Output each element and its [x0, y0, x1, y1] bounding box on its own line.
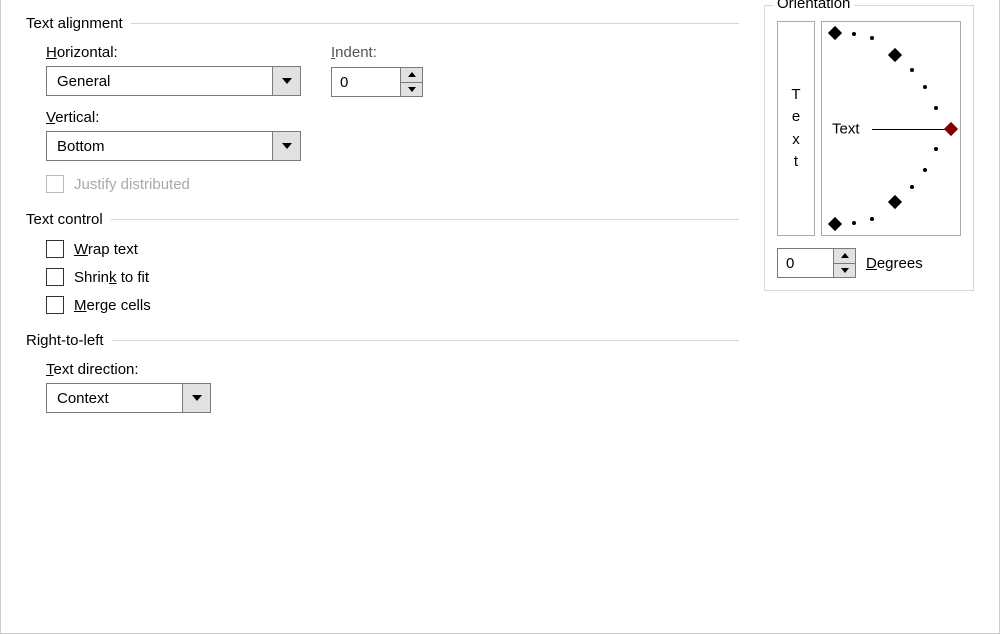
text-control-label: Text control — [26, 211, 103, 228]
rtl-header: Right-to-left — [26, 332, 739, 349]
wrap-text-label: Wrap text — [74, 241, 138, 258]
text-alignment-header: Text alignment — [26, 15, 739, 32]
chevron-down-icon — [282, 143, 292, 149]
angle-dot — [934, 106, 938, 110]
divider — [112, 340, 739, 341]
justify-distributed-label: Justify distributed — [74, 176, 190, 193]
angle-line — [872, 129, 946, 130]
degrees-label: Degrees — [866, 255, 923, 272]
text-direction-label: Text direction: — [46, 361, 739, 378]
angle-dot — [852, 221, 856, 225]
angle-handle-0[interactable] — [944, 122, 958, 136]
vert-letter: T — [791, 84, 800, 107]
text-direction-combo-button[interactable] — [182, 384, 210, 412]
chevron-down-icon — [192, 395, 202, 401]
text-alignment-content: Horizontal: General Indent: 0 — [26, 44, 739, 193]
checkbox-box[interactable] — [46, 268, 64, 286]
degrees-spin-up[interactable] — [834, 249, 855, 264]
arrow-down-icon — [408, 87, 416, 92]
orientation-angle-selector[interactable]: Text — [821, 21, 961, 236]
text-direction-combo[interactable]: Context — [46, 383, 211, 413]
angle-handle-neg45[interactable] — [888, 195, 902, 209]
indent-value[interactable]: 0 — [332, 68, 400, 96]
shrink-to-fit-label: Shrink to fit — [74, 269, 149, 286]
vert-letter: t — [794, 151, 798, 174]
angle-dot — [910, 68, 914, 72]
merge-cells-label: Merge cells — [74, 297, 151, 314]
arrow-up-icon — [408, 72, 416, 77]
indent-spin-down[interactable] — [401, 83, 422, 97]
shrink-to-fit-checkbox[interactable]: Shrink to fit — [46, 268, 739, 286]
justify-distributed-checkbox: Justify distributed — [46, 175, 739, 193]
horizontal-combo[interactable]: General — [46, 66, 301, 96]
arrow-up-icon — [841, 253, 849, 258]
vertical-combo-button[interactable] — [272, 132, 300, 160]
indent-spinner[interactable]: 0 — [331, 67, 423, 97]
divider — [111, 219, 739, 220]
vertical-label: Vertical: — [46, 109, 301, 126]
left-column: Text alignment Horizontal: General Inden… — [26, 15, 739, 633]
angle-handle-45[interactable] — [888, 48, 902, 62]
checkbox-box — [46, 175, 64, 193]
text-direction-value: Context — [47, 384, 182, 412]
horizontal-combo-button[interactable] — [272, 67, 300, 95]
angle-dot — [923, 168, 927, 172]
chevron-down-icon — [282, 78, 292, 84]
horizontal-label: Horizontal: — [46, 44, 301, 61]
alignment-panel: Text alignment Horizontal: General Inden… — [0, 0, 1000, 634]
degrees-value[interactable]: 0 — [778, 249, 833, 277]
angle-dot — [870, 36, 874, 40]
vertical-combo-value: Bottom — [47, 132, 272, 160]
arrow-down-icon — [841, 268, 849, 273]
angle-dot — [934, 147, 938, 151]
checkbox-box[interactable] — [46, 296, 64, 314]
angle-dot — [910, 185, 914, 189]
indent-label: Indent: — [331, 44, 423, 61]
text-alignment-label: Text alignment — [26, 15, 123, 32]
angle-dot — [923, 85, 927, 89]
angle-handle-90[interactable] — [828, 26, 842, 40]
right-column: Orientation T e x t Text — [764, 15, 974, 633]
vert-letter: e — [792, 106, 800, 129]
wrap-text-checkbox[interactable]: Wrap text — [46, 240, 739, 258]
angle-text-label: Text — [832, 120, 860, 137]
text-control-header: Text control — [26, 211, 739, 228]
angle-dot — [852, 32, 856, 36]
angle-dot — [870, 217, 874, 221]
checkbox-box[interactable] — [46, 240, 64, 258]
vertical-combo[interactable]: Bottom — [46, 131, 301, 161]
merge-cells-checkbox[interactable]: Merge cells — [46, 296, 739, 314]
angle-handle-neg90[interactable] — [828, 217, 842, 231]
vert-letter: x — [792, 129, 800, 152]
degrees-spinner[interactable]: 0 — [777, 248, 856, 278]
indent-spin-up[interactable] — [401, 68, 422, 83]
vertical-text-button[interactable]: T e x t — [777, 21, 815, 236]
divider — [131, 23, 739, 24]
horizontal-combo-value: General — [47, 67, 272, 95]
rtl-label: Right-to-left — [26, 332, 104, 349]
orientation-label: Orientation — [773, 0, 854, 12]
degrees-spin-down[interactable] — [834, 264, 855, 278]
orientation-frame: Orientation T e x t Text — [764, 5, 974, 291]
